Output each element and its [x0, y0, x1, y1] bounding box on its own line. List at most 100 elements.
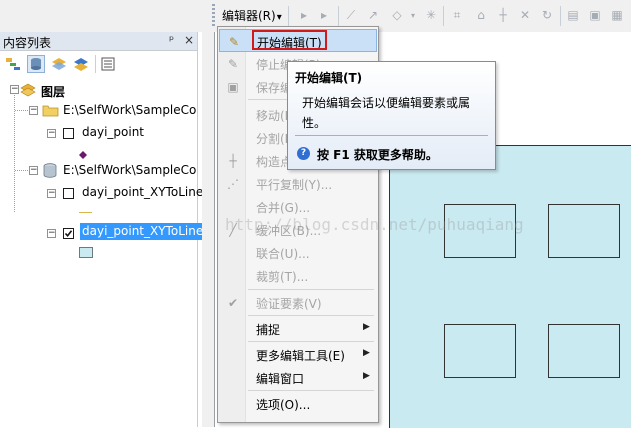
toolbar-separator [288, 6, 289, 26]
polygon-layer-extent [389, 145, 631, 428]
layer-label-selected[interactable]: dayi_point_XYToLine [80, 223, 206, 240]
layer-label[interactable]: dayi_point [82, 125, 144, 139]
chevron-down-icon: ▾ [276, 12, 282, 23]
collapse-toggle[interactable]: − [47, 129, 56, 138]
watermark: http://blog.csdn.net/puhuaqiang [225, 215, 524, 234]
tree-line [15, 170, 28, 171]
submenu-arrow-icon: ▶ [363, 322, 370, 332]
collapse-toggle[interactable]: − [10, 85, 19, 94]
list-by-selection-icon[interactable] [72, 55, 90, 73]
menu-item-label: 裁剪(T)... [256, 270, 309, 284]
split-icon[interactable]: ✕ [518, 8, 532, 22]
folder-icon [42, 103, 59, 120]
toolbar-separator [443, 6, 444, 26]
polygon-feature [548, 204, 620, 258]
collapse-toggle[interactable]: − [29, 166, 38, 175]
menu-item-label: 合并(G)... [256, 201, 311, 215]
list-by-visibility-icon[interactable] [50, 55, 68, 73]
red-highlight-box [252, 30, 327, 50]
menu-item-label: 平行复制(Y)... [256, 178, 333, 192]
menu-separator [248, 390, 374, 391]
rotate-icon[interactable]: ↻ [540, 8, 554, 22]
menu-item-label: 选项(O)... [256, 398, 311, 412]
pin-icon[interactable]: ᵖ [169, 33, 174, 47]
source-folder-label[interactable]: E:\SelfWork\SampleCo [63, 103, 196, 117]
menu-item-more-editing-tools[interactable]: 更多编辑工具(E) ▶ [219, 343, 377, 366]
submenu-arrow-icon: ▶ [363, 371, 370, 381]
tree-line [14, 95, 15, 212]
menu-item-validate-features[interactable]: ✔ 验证要素(V) [219, 291, 377, 314]
editor-menu-button[interactable]: 编辑器(R)▾ [219, 6, 285, 26]
tooltip-help-text: 按 F1 获取更多帮助。 [317, 148, 438, 162]
construct-points-icon: ┼ [229, 154, 237, 168]
table-of-contents-panel: 内容列表 ᵖ × − 图层 − E:\SelfWork\SampleCo − d… [0, 32, 206, 427]
attributes-icon[interactable]: ▤ [566, 8, 580, 22]
layer-visibility-checkbox-checked[interactable] [63, 228, 74, 239]
help-icon: ? [297, 147, 310, 160]
map-window-frame [202, 32, 215, 427]
submenu-arrow-icon: ▶ [363, 348, 370, 358]
layer-visibility-checkbox[interactable] [63, 128, 74, 139]
toolbar-grip[interactable] [212, 4, 215, 26]
tree-line [15, 110, 28, 111]
validate-features-icon: ✔ [227, 296, 239, 310]
collapse-toggle[interactable]: − [29, 106, 38, 115]
list-by-source-icon[interactable] [27, 55, 45, 73]
menu-item-label: 更多编辑工具(E) [256, 349, 345, 363]
menu-item-union[interactable]: 联合(U)... [219, 241, 377, 264]
copy-parallel-icon: ⋰ [227, 177, 239, 191]
toolbar-separator [95, 55, 96, 73]
toc-title: 内容列表 [3, 36, 52, 50]
tooltip-separator [295, 135, 488, 136]
menu-item-options[interactable]: 选项(O)... [219, 392, 377, 415]
toc-header: 内容列表 ᵖ × [0, 32, 197, 51]
menu-item-clip[interactable]: 裁剪(T)... [219, 264, 377, 287]
line-symbol-icon [79, 212, 92, 213]
collapse-toggle[interactable]: − [47, 229, 56, 238]
menu-separator [248, 341, 374, 342]
sketch-properties-icon[interactable]: ▣ [588, 8, 602, 22]
stop-editing-icon: ✎ [227, 57, 239, 71]
database-icon [43, 163, 57, 181]
layers-icon [20, 82, 36, 101]
straight-segment-icon[interactable]: ⟋ [344, 8, 358, 22]
reshape-icon[interactable]: ⌂ [474, 8, 488, 22]
close-icon[interactable]: × [184, 33, 194, 47]
point-symbol-icon [79, 148, 87, 162]
start-editing-icon: ✎ [228, 35, 240, 49]
toolbar-separator [560, 6, 561, 26]
menu-item-label: 联合(U)... [256, 247, 310, 261]
menu-item-copy-parallel[interactable]: ⋰ 平行复制(Y)... [219, 172, 377, 195]
menu-item-editing-windows[interactable]: 编辑窗口 ▶ [219, 366, 377, 389]
layers-root-label[interactable]: 图层 [41, 83, 65, 100]
trace-icon[interactable]: ◇ [390, 8, 404, 22]
dropdown-arrow-icon[interactable]: ▾ [406, 8, 420, 22]
select-arrow-icon[interactable]: ▸ [297, 8, 311, 22]
polygon-feature [548, 324, 620, 378]
source-database-label[interactable]: E:\SelfWork\SampleCo [63, 163, 196, 177]
list-by-drawing-order-icon[interactable] [4, 55, 22, 73]
save-edits-icon: ▣ [227, 80, 239, 94]
endpoint-arc-icon[interactable]: ↗ [366, 8, 380, 22]
menu-item-snapping[interactable]: 捕捉 ▶ [219, 317, 377, 340]
toolbar-separator [338, 6, 339, 26]
layer-visibility-checkbox[interactable] [63, 188, 74, 199]
tooltip-body: 开始编辑会话以便编辑要素或属性。 [302, 96, 471, 130]
menu-item-label: 验证要素(V) [256, 297, 322, 311]
create-features-icon[interactable]: ▦ [610, 8, 624, 22]
edit-vertices-icon[interactable]: ⌗ [450, 8, 464, 22]
collapse-toggle[interactable]: − [47, 189, 56, 198]
cut-polygons-icon[interactable]: ┼ [496, 8, 510, 22]
polygon-symbol-icon [79, 247, 93, 258]
menu-item-label: 编辑窗口 [256, 372, 305, 386]
menu-item-label: 捕捉 [256, 323, 281, 337]
layer-label[interactable]: dayi_point_XYToLine [82, 185, 203, 199]
point-icon[interactable]: ✳ [424, 8, 438, 22]
start-editing-tooltip: 开始编辑(T) 开始编辑会话以便编辑要素或属性。 ? 按 F1 获取更多帮助。 [287, 61, 496, 170]
edit-annotation-icon[interactable]: ▸ [317, 8, 331, 22]
options-icon[interactable] [99, 55, 117, 73]
polygon-feature [444, 324, 516, 378]
toc-toolbar [0, 51, 197, 77]
editor-menu-label: 编辑器(R) [222, 9, 276, 23]
tooltip-title: 开始编辑(T) [295, 71, 363, 85]
